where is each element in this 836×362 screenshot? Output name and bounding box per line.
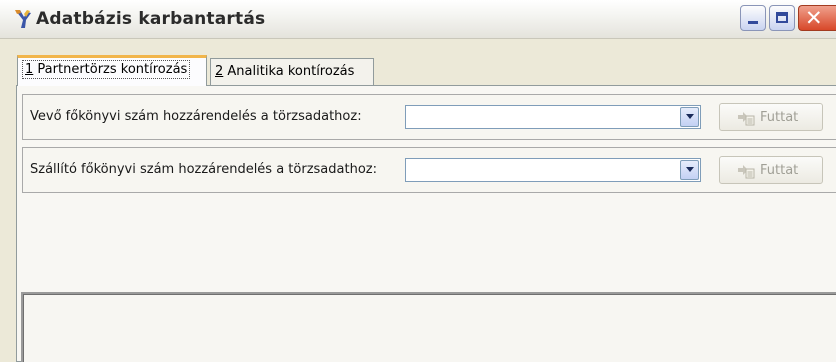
chevron-down-icon [686, 167, 694, 172]
szallito-row: Szállító főkönyvi szám hozzárendelés a t… [22, 147, 836, 193]
main-window: Adatbázis karbantartás ✕ 1 Partnertörzs … [0, 0, 836, 362]
vevo-label: Vevő főkönyvi szám hozzárendelés a törzs… [30, 109, 362, 124]
run-icon [738, 112, 755, 126]
szallito-label: Szállító főkönyvi szám hozzárendelés a t… [30, 162, 377, 177]
vevo-run-button[interactable]: Futtat [719, 103, 823, 131]
minimize-button[interactable] [740, 5, 766, 31]
vevo-dropdown-button[interactable] [680, 107, 699, 127]
maximize-icon [776, 12, 788, 23]
log-output-area [21, 292, 836, 362]
app-icon [15, 10, 31, 28]
szallito-dropdown-button[interactable] [680, 160, 699, 180]
close-button[interactable]: ✕ [798, 5, 836, 31]
szallito-run-button[interactable]: Futtat [719, 156, 823, 184]
window-title: Adatbázis karbantartás [36, 9, 266, 29]
vevo-account-select[interactable] [405, 105, 701, 129]
szallito-account-select[interactable] [405, 158, 701, 182]
tab-label: 2 Analitika kontírozás [215, 64, 355, 79]
tab-label: 1 Partnertörzs kontírozás [22, 60, 191, 79]
maximize-button[interactable] [769, 5, 795, 31]
close-icon: ✕ [805, 6, 823, 30]
run-button-label: Futtat [760, 110, 799, 125]
vevo-row: Vevő főkönyvi szám hozzárendelés a törzs… [22, 94, 836, 140]
run-button-label: Futtat [760, 163, 799, 178]
title-bar[interactable]: Adatbázis karbantartás ✕ [0, 0, 836, 39]
tab-analitika-kontirozas[interactable]: 2 Analitika kontírozás [210, 58, 374, 86]
minimize-icon [748, 21, 758, 24]
run-icon [738, 165, 755, 179]
tab-partnertorzs-kontirozas[interactable]: 1 Partnertörzs kontírozás [17, 55, 207, 86]
chevron-down-icon [686, 114, 694, 119]
